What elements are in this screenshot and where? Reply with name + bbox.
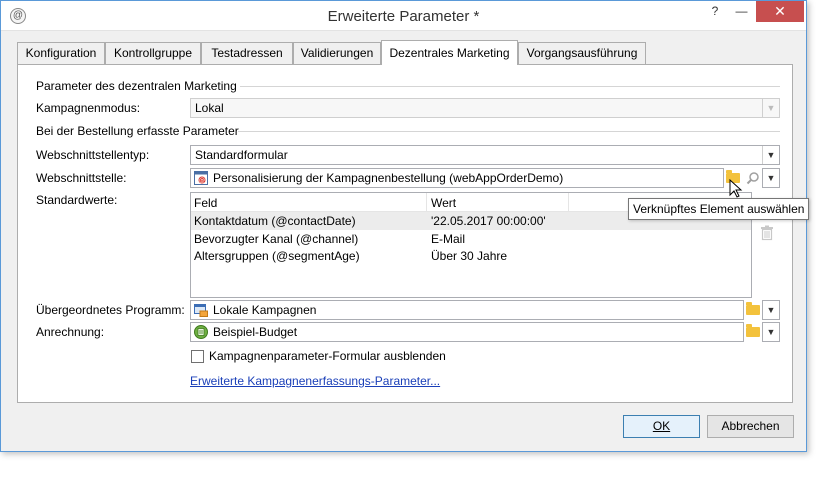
group-divider bbox=[238, 131, 780, 132]
tab-testadressen[interactable]: Testadressen bbox=[201, 42, 293, 64]
cell-value: '22.05.2017 00:00:00' bbox=[431, 214, 546, 228]
tooltip: Verknüpftes Element auswählen bbox=[628, 198, 809, 220]
webapp-icon: @ bbox=[194, 171, 208, 185]
cell-value: E-Mail bbox=[431, 232, 466, 246]
tab-validierungen[interactable]: Validierungen bbox=[293, 42, 381, 64]
interface-dropdown[interactable]: ▼ bbox=[762, 168, 780, 188]
dialog-window: @ Erweiterte Parameter * ? — ✕ Konfigura… bbox=[0, 0, 807, 452]
cell-field: Kontaktdatum (@contactDate) bbox=[194, 214, 356, 228]
tab-konfiguration[interactable]: Konfiguration bbox=[17, 42, 105, 64]
interface-value: Personalisierung der Kampagnenbestellung… bbox=[213, 171, 564, 185]
campaign-mode-value: Lokal bbox=[195, 101, 224, 115]
group-divider bbox=[240, 86, 780, 87]
budget-field[interactable]: Beispiel-Budget bbox=[190, 322, 744, 342]
minimize-button[interactable]: — bbox=[728, 1, 755, 22]
close-button[interactable]: ✕ bbox=[756, 1, 804, 22]
ok-button[interactable]: OK bbox=[623, 415, 700, 438]
cell-value: Über 30 Jahre bbox=[431, 249, 508, 263]
column-separator bbox=[568, 193, 569, 212]
budget-label: Anrechnung: bbox=[36, 325, 105, 339]
interface-type-value: Standardformular bbox=[195, 148, 288, 162]
cancel-button[interactable]: Abbrechen bbox=[707, 415, 794, 438]
program-label: Übergeordnetes Programm: bbox=[36, 303, 185, 317]
chevron-down-icon: ▼ bbox=[762, 99, 779, 117]
trash-icon[interactable] bbox=[758, 223, 776, 243]
chevron-down-icon[interactable]: ▼ bbox=[763, 301, 779, 319]
tab-kontrollgruppe[interactable]: Kontrollgruppe bbox=[105, 42, 201, 64]
mouse-cursor-icon bbox=[729, 179, 743, 198]
cell-field: Altersgruppen (@segmentAge) bbox=[194, 249, 360, 263]
hide-form-checkbox[interactable] bbox=[191, 350, 204, 363]
budget-dropdown[interactable]: ▼ bbox=[762, 322, 780, 342]
advanced-parameters-link[interactable]: Erweiterte Kampagnenerfassungs-Parameter… bbox=[190, 374, 440, 388]
cancel-button-label: Abbrechen bbox=[721, 419, 780, 433]
tab-vorgangsausfuehrung[interactable]: Vorgangsausführung bbox=[518, 42, 646, 64]
program-field[interactable]: Lokale Kampagnen bbox=[190, 300, 744, 320]
svg-text:@: @ bbox=[199, 177, 205, 184]
budget-value: Beispiel-Budget bbox=[213, 325, 298, 339]
campaign-mode-label: Kampagnenmodus: bbox=[36, 101, 141, 115]
program-value: Lokale Kampagnen bbox=[213, 303, 317, 317]
ok-button-label: OK bbox=[652, 419, 671, 433]
section-heading-parameters: Parameter des dezentralen Marketing bbox=[36, 79, 237, 93]
interface-field[interactable]: @ Personalisierung der Kampagnenbestellu… bbox=[190, 168, 724, 188]
chevron-down-icon[interactable]: ▼ bbox=[763, 323, 779, 341]
column-header-value[interactable]: Wert bbox=[431, 196, 456, 210]
title-bar: @ Erweiterte Parameter * ? — ✕ bbox=[1, 1, 806, 31]
interface-type-select[interactable]: Standardformular ▼ bbox=[190, 145, 780, 165]
section-heading-order: Bei der Bestellung erfasste Parameter bbox=[36, 124, 239, 138]
folder-icon[interactable] bbox=[744, 300, 762, 320]
defaults-label: Standardwerte: bbox=[36, 193, 118, 207]
program-dropdown[interactable]: ▼ bbox=[762, 300, 780, 320]
budget-icon bbox=[194, 325, 208, 339]
window-title: Erweiterte Parameter * bbox=[327, 8, 480, 25]
interface-type-label: Webschnittstellentyp: bbox=[36, 148, 150, 162]
chevron-down-icon[interactable]: ▼ bbox=[763, 169, 779, 187]
cell-field: Bevorzugter Kanal (@channel) bbox=[194, 232, 359, 246]
chevron-down-icon[interactable]: ▼ bbox=[762, 146, 779, 164]
tab-panel: Parameter des dezentralen Marketing Kamp… bbox=[17, 64, 793, 403]
column-header-field[interactable]: Feld bbox=[194, 196, 217, 210]
magnifier-icon[interactable] bbox=[744, 168, 762, 188]
table-row[interactable]: Bevorzugter Kanal (@channel) E-Mail bbox=[191, 230, 751, 248]
table-row[interactable]: Altersgruppen (@segmentAge) Über 30 Jahr… bbox=[191, 247, 751, 265]
help-button[interactable]: ? bbox=[702, 1, 728, 22]
program-icon bbox=[194, 304, 208, 317]
column-separator bbox=[426, 193, 427, 212]
interface-label: Webschnittstelle: bbox=[36, 171, 127, 185]
folder-icon[interactable] bbox=[744, 322, 762, 342]
campaign-mode-select[interactable]: Lokal ▼ bbox=[190, 98, 780, 118]
tab-dezentrales-marketing[interactable]: Dezentrales Marketing bbox=[381, 40, 518, 65]
hide-form-checkbox-label[interactable]: Kampagnenparameter-Formular ausblenden bbox=[209, 349, 446, 363]
